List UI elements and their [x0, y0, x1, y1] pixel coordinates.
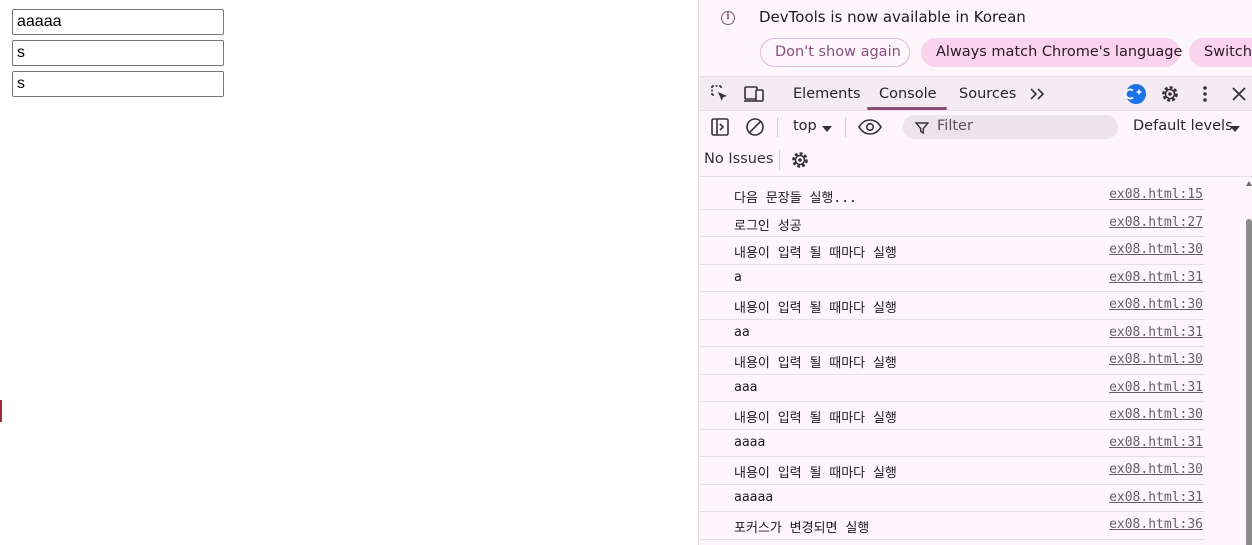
devtools-tabbar: Elements Console Sources [699, 76, 1252, 111]
console-log-source-link[interactable]: ex08.html:30 [1109, 242, 1203, 257]
console-log-source-link[interactable]: ex08.html:31 [1109, 270, 1203, 285]
issues-counter[interactable]: No Issues [704, 151, 773, 167]
console-log-message: 내용이 입력 될 때마다 실행 [734, 301, 897, 316]
infobar-message: DevTools is now available in Korean [759, 8, 1026, 26]
console-log-message: aaaaa [734, 489, 774, 505]
console-log-source-link[interactable]: ex08.html:27 [1109, 215, 1203, 230]
console-log-message: 내용이 입력 될 때마다 실행 [734, 411, 897, 426]
toolbar-divider [779, 150, 780, 170]
console-log-source-link[interactable]: ex08.html:31 [1109, 325, 1203, 340]
tab-console[interactable]: Console [879, 86, 937, 102]
settings-gear-icon[interactable] [1159, 83, 1181, 105]
page-edge-marker [0, 400, 2, 422]
screen: i DevTools is now available in Korean Do… [0, 0, 1252, 545]
console-log-row: aa ex08.html:31 [699, 320, 1205, 347]
console-log-row: 로그인 성공 ex08.html:27 [699, 210, 1205, 237]
context-selector[interactable]: top [793, 118, 817, 134]
console-log-message: 내용이 입력 될 때마다 실행 [734, 466, 897, 481]
console-log-source-link[interactable]: ex08.html:36 [1109, 517, 1203, 532]
console-log-source-link[interactable]: ex08.html:30 [1109, 407, 1203, 422]
console-log-source-link[interactable]: ex08.html:30 [1109, 462, 1203, 477]
always-match-language-button[interactable]: Always match Chrome's language [921, 38, 1182, 67]
console-log-row: aaa ex08.html:31 [699, 375, 1205, 402]
console-filter-input[interactable]: Filter [903, 115, 1118, 139]
devtools-panel: i DevTools is now available in Korean Do… [698, 0, 1252, 545]
toolbar-divider [777, 117, 778, 137]
console-log-list: 다음 문장들 실행... ex08.html:15 로그인 성공 ex08.html:… [699, 177, 1245, 545]
filter-placeholder: Filter [937, 118, 973, 134]
console-log-row: a ex08.html:31 [699, 265, 1205, 292]
tab-sources[interactable]: Sources [959, 86, 1016, 102]
console-settings-gear-icon[interactable] [789, 149, 811, 171]
language-infobar: i DevTools is now available in Korean Do… [699, 0, 1252, 76]
console-log-source-link[interactable]: ex08.html:15 [1109, 187, 1203, 202]
console-log-message: aa [734, 324, 750, 340]
console-log-message: a [734, 269, 742, 285]
console-log-row: 내용이 입력 될 때마다 실행 ex08.html:30 [699, 347, 1205, 375]
console-log-row: 내용이 입력 될 때마다 실행 ex08.html:30 [699, 402, 1205, 430]
console-log-message: 포커스가 변경되면 실행 [734, 521, 870, 536]
active-tab-indicator [867, 107, 947, 110]
console-log-message: 내용이 입력 될 때마다 실행 [734, 246, 897, 261]
issues-bar: No Issues [699, 144, 1252, 177]
levels-dropdown-arrow-icon[interactable] [1229, 120, 1241, 132]
web-page [0, 0, 698, 545]
scroll-up-arrow-icon[interactable] [1246, 181, 1252, 186]
filter-funnel-icon [914, 120, 930, 135]
console-toolbar: top Filter Default levels [699, 111, 1252, 144]
console-log-message: aaaa [734, 434, 766, 450]
text-input-2[interactable] [12, 40, 224, 66]
console-log-source-link[interactable]: ex08.html:31 [1109, 435, 1203, 450]
dont-show-again-button[interactable]: Don't show again [760, 38, 910, 67]
ai-assistant-badge-icon[interactable] [1124, 83, 1147, 105]
console-log-message: 로그인 성공 [734, 218, 802, 234]
console-log-source-link[interactable]: ex08.html:30 [1109, 297, 1203, 312]
tab-elements[interactable]: Elements [793, 86, 861, 102]
kebab-menu-icon[interactable] [1194, 83, 1216, 105]
live-expression-eye-icon[interactable] [857, 116, 883, 138]
info-icon: i [721, 11, 735, 25]
console-log-row: aaaaa ex08.html:31 [699, 485, 1205, 512]
switch-language-button[interactable]: Switch [1189, 38, 1252, 67]
console-log-row: 포커스가 변경되면 실행 ex08.html:36 [699, 512, 1205, 540]
inspect-element-icon[interactable] [709, 83, 731, 105]
console-log-source-link[interactable]: ex08.html:30 [1109, 352, 1203, 367]
console-log-row: 내용이 입력 될 때마다 실행 ex08.html:30 [699, 237, 1205, 265]
console-log-message: aaa [734, 379, 758, 395]
console-log-row: 다음 문장들 실행... ex08.html:15 [699, 182, 1205, 210]
more-tabs-chevron-icon[interactable] [1027, 83, 1049, 105]
context-dropdown-arrow-icon[interactable] [821, 120, 833, 132]
console-log-message: 내용이 입력 될 때마다 실행 [734, 356, 897, 371]
show-sidebar-icon[interactable] [709, 116, 731, 138]
console-scrollbar[interactable] [1245, 177, 1252, 545]
close-devtools-icon[interactable] [1228, 83, 1250, 105]
scroll-thumb[interactable] [1246, 219, 1252, 545]
console-log-row: aaaa ex08.html:31 [699, 430, 1205, 457]
console-log-message: 다음 문장들 실행... [734, 191, 857, 206]
console-log-row: 내용이 입력 될 때마다 실행 ex08.html:30 [699, 292, 1205, 320]
console-log-source-link[interactable]: ex08.html:31 [1109, 490, 1203, 505]
clear-console-icon[interactable] [744, 116, 766, 138]
text-input-3[interactable] [12, 71, 224, 97]
console-log-row: 내용이 입력 될 때마다 실행 ex08.html:30 [699, 457, 1205, 485]
device-toolbar-icon[interactable] [743, 83, 765, 105]
log-levels-dropdown[interactable]: Default levels [1133, 118, 1233, 134]
text-input-1[interactable] [12, 9, 224, 35]
console-log-source-link[interactable]: ex08.html:31 [1109, 380, 1203, 395]
toolbar-divider [845, 117, 846, 137]
